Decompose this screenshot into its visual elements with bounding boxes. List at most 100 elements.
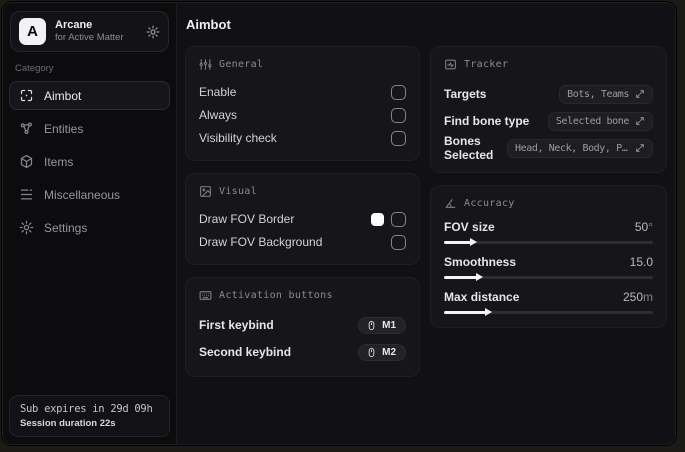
app-window: A Arcane for Active Matter Category Aimb… xyxy=(2,2,676,445)
fov-size-slider[interactable] xyxy=(444,238,653,246)
setting-label: First keybind xyxy=(199,318,274,332)
setting-label: Smoothness xyxy=(444,255,517,269)
setting-row-bones-selected: Bones Selected Head, Neck, Body, Pe.. xyxy=(444,134,653,162)
max-distance-slider[interactable] xyxy=(444,308,653,316)
category-label: Category xyxy=(15,63,54,74)
setting-label: Draw FOV Background xyxy=(199,235,323,249)
radar-icon xyxy=(444,58,457,71)
main-content: Aimbot General Enable Always Visibility … xyxy=(177,3,675,444)
slider-label-line: Smoothness 15.0 xyxy=(444,255,653,269)
slider-label-line: Max distance 250m xyxy=(444,290,653,304)
slider-fill xyxy=(444,308,492,316)
desktop-background: A Arcane for Active Matter Category Aimb… xyxy=(0,0,685,452)
sidebar-item-label: Entities xyxy=(44,121,84,136)
targets-select[interactable]: Bots, Teams xyxy=(559,84,653,104)
tracker-card: Tracker Targets Bots, Teams Find bone ty… xyxy=(430,46,667,173)
section-label: Accuracy xyxy=(464,198,515,209)
slider-value: 15.0 xyxy=(629,255,653,269)
brand-text: Arcane for Active Matter xyxy=(55,19,137,45)
section-label: Tracker xyxy=(464,59,509,70)
brand-name: Arcane xyxy=(55,18,93,31)
gear-icon[interactable] xyxy=(146,25,160,39)
setting-row-always: Always xyxy=(199,104,407,126)
enable-checkbox[interactable] xyxy=(391,84,407,100)
right-column: Tracker Targets Bots, Teams Find bone ty… xyxy=(430,46,667,328)
section-label: Visual xyxy=(219,186,257,197)
setting-row-find-bone-type: Find bone type Selected bone xyxy=(444,108,653,134)
setting-label: Visibility check xyxy=(199,131,277,145)
sidebar-item-label: Settings xyxy=(44,220,88,235)
draw-fov-border-checkbox[interactable] xyxy=(391,211,407,227)
setting-label: Second keybind xyxy=(199,345,292,359)
crosshair-icon xyxy=(19,88,34,103)
sub-expiry-text: Sub expires in 29d 09h xyxy=(20,403,153,415)
visual-card: Visual Draw FOV Border Draw FOV Backgrou… xyxy=(185,173,421,265)
entities-icon xyxy=(19,121,34,136)
sidebar: A Arcane for Active Matter Category Aimb… xyxy=(3,3,177,444)
activation-header: Activation buttons xyxy=(199,289,406,302)
slider-label-line: FOV size 50° xyxy=(444,220,653,234)
setting-row-draw-fov-border: Draw FOV Border xyxy=(199,208,407,230)
setting-label: Enable xyxy=(199,85,237,99)
expand-icon xyxy=(635,89,645,99)
setting-label: Find bone type xyxy=(444,114,530,128)
left-column: General Enable Always Visibility check V… xyxy=(185,46,421,377)
setting-row-visibility-check: Visibility check xyxy=(199,127,407,149)
session-duration-text: Session duration 22s xyxy=(20,418,116,429)
setting-row-max-distance: Max distance 250m xyxy=(444,290,653,316)
general-card: General Enable Always Visibility check xyxy=(185,46,421,161)
subscription-card: Sub expires in 29d 09h Session duration … xyxy=(9,395,170,437)
mouse-icon xyxy=(366,320,377,331)
sidebar-item-label: Items xyxy=(44,154,74,169)
setting-label: Max distance xyxy=(444,290,520,304)
activation-card: Activation buttons First keybind M1 Seco… xyxy=(185,277,421,377)
tracker-header: Tracker xyxy=(444,58,653,71)
select-value: Bots, Teams xyxy=(567,88,629,100)
setting-label: Draw FOV Border xyxy=(199,212,295,226)
settings-columns: General Enable Always Visibility check V… xyxy=(185,46,667,377)
slider-fill xyxy=(444,238,478,246)
setting-label: Always xyxy=(199,108,238,122)
setting-row-second-keybind: Second keybind M2 xyxy=(199,339,407,365)
accuracy-card: Accuracy FOV size 50° Smoothness 15.0 Ma… xyxy=(430,185,667,328)
sidebar-nav: Aimbot Entities Items Miscellaneous Sett… xyxy=(9,81,170,242)
color-swatch[interactable] xyxy=(371,212,385,226)
sidebar-item-miscellaneous[interactable]: Miscellaneous xyxy=(9,180,170,209)
accuracy-header: Accuracy xyxy=(444,197,653,210)
sidebar-item-entities[interactable]: Entities xyxy=(9,114,170,143)
visibility-check-checkbox[interactable] xyxy=(391,130,407,146)
row-controls xyxy=(371,211,407,227)
section-label: Activation buttons xyxy=(219,290,333,301)
always-checkbox[interactable] xyxy=(391,107,407,123)
draw-fov-background-checkbox[interactable] xyxy=(391,234,407,250)
keybind-value: M1 xyxy=(382,319,397,331)
brand-subtitle: for Active Matter xyxy=(55,32,124,44)
bones-selected-select[interactable]: Head, Neck, Body, Pe.. xyxy=(507,138,653,158)
smoothness-slider[interactable] xyxy=(444,273,653,281)
image-icon xyxy=(199,185,212,198)
sidebar-item-items[interactable]: Items xyxy=(9,147,170,176)
setting-row-fov-size: FOV size 50° xyxy=(444,220,653,246)
angle-icon xyxy=(444,197,457,210)
second-keybind-button[interactable]: M2 xyxy=(358,343,407,361)
setting-row-first-keybind: First keybind M1 xyxy=(199,312,407,338)
find-bone-type-select[interactable]: Selected bone xyxy=(547,111,653,131)
sliders-icon xyxy=(199,58,212,71)
slider-fill xyxy=(444,273,484,281)
setting-label: Bones Selected xyxy=(444,134,494,162)
sidebar-item-label: Aimbot xyxy=(44,88,82,103)
setting-row-targets: Targets Bots, Teams xyxy=(444,81,653,107)
mouse-icon xyxy=(366,347,377,358)
page-title: Aimbot xyxy=(186,17,231,32)
brand-card: A Arcane for Active Matter xyxy=(10,11,169,52)
visual-header: Visual xyxy=(199,185,406,198)
sidebar-item-settings[interactable]: Settings xyxy=(9,213,170,242)
first-keybind-button[interactable]: M1 xyxy=(358,316,407,334)
slider-value: 50° xyxy=(634,220,653,234)
setting-row-draw-fov-background: Draw FOV Background xyxy=(199,231,407,253)
expand-icon xyxy=(635,116,645,126)
list-icon xyxy=(19,187,34,202)
setting-row-enable: Enable xyxy=(199,81,407,103)
sidebar-item-aimbot[interactable]: Aimbot xyxy=(9,81,170,110)
select-value: Selected bone xyxy=(555,115,629,127)
